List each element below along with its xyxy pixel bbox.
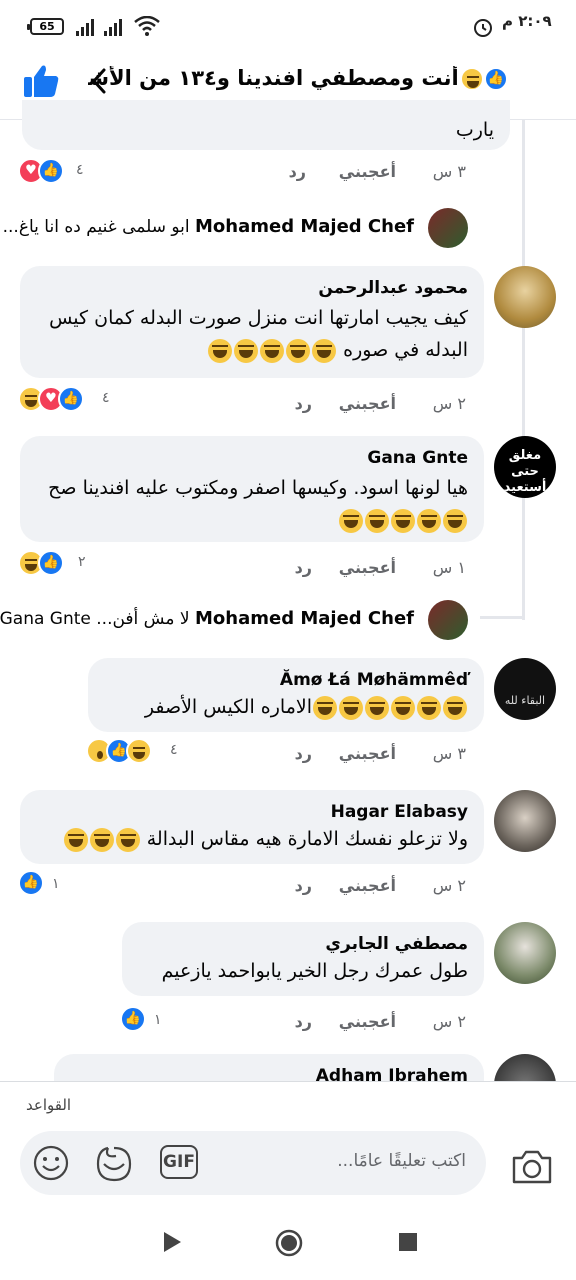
comment-text: يارب xyxy=(455,119,494,141)
rules-link[interactable]: القواعد xyxy=(26,1096,71,1114)
haha-reaction-icon xyxy=(126,738,152,764)
home-icon[interactable] xyxy=(274,1228,304,1258)
emoji-icon[interactable] xyxy=(32,1144,70,1182)
reaction-summary[interactable]: ♥ 👍 xyxy=(18,386,84,416)
thread-line xyxy=(522,120,525,620)
square-icon[interactable] xyxy=(398,1232,418,1252)
haha-reaction-icon xyxy=(460,67,484,91)
reaction-count: ٢ xyxy=(78,554,86,570)
laugh-emoji-icon xyxy=(63,827,141,852)
reaction-summary[interactable]: 👍 xyxy=(18,870,44,900)
reply-button[interactable]: رد xyxy=(289,162,306,181)
gif-icon[interactable]: GIF xyxy=(160,1145,198,1179)
reply-button[interactable]: رد xyxy=(295,876,312,895)
comment-text: كيف يجيب امارتها انت منزل صورت البدله كم… xyxy=(49,307,468,363)
screen: 65 ٢:٠٩ م 👍 أنت ومصطفي افندينا و١٣٤ من ا… xyxy=(0,0,576,1280)
comment-time: ٣ س xyxy=(432,162,466,181)
comment-time: ١ س xyxy=(432,558,466,577)
avatar[interactable] xyxy=(428,208,468,248)
comment-bubble[interactable]: Ămø Łá Møhämmêď الاماره الكيس الأصفر xyxy=(88,658,484,732)
thread-line-branch xyxy=(480,616,525,619)
like-reaction-icon: 👍 xyxy=(38,158,64,184)
comment-text: طول عمرك رجل الخير يابواحمد يازعيم xyxy=(161,960,468,982)
comment-text: ولا تزعلو نفسك الامارة هيه مقاس البدالة xyxy=(36,826,468,852)
system-nav-bar xyxy=(0,1204,576,1280)
reaction-count: ٤ xyxy=(102,390,110,406)
reaction-summary[interactable]: 👍 xyxy=(86,738,152,768)
like-reaction-icon: 👍 xyxy=(18,870,44,896)
reply-preview[interactable]: Mohamed Majed Chef لا مش أفن... Gana Gnt… xyxy=(0,608,414,629)
post-reactions-title[interactable]: 👍 أنت ومصطفي افندينا و١٣٤ من الأشخاص ا..… xyxy=(88,66,508,91)
comment-bubble[interactable]: Gana Gnte هيا لونها اسود. وكيسها اصفر وم… xyxy=(20,436,484,542)
laugh-emoji-icon xyxy=(312,695,468,720)
comment-author[interactable]: Hagar Elabasy xyxy=(36,802,468,822)
like-reaction-icon: 👍 xyxy=(38,550,64,576)
wifi-icon xyxy=(134,16,160,36)
reply-button[interactable]: رد xyxy=(295,1012,312,1031)
reaction-summary[interactable]: 👍 xyxy=(120,1006,146,1036)
title-text: أنت ومصطفي افندينا و١٣٤ من الأشخاص ا... xyxy=(88,66,459,90)
reply-text: ابو سلمى غنيم ده انا ياغ... xyxy=(2,217,190,237)
like-button[interactable]: أعجبني xyxy=(339,744,396,763)
comment-input[interactable]: اكتب تعليقًا عامًا... GIF xyxy=(20,1131,486,1195)
avatar[interactable]: مغلق حتى أستعيد نفسي xyxy=(494,436,556,498)
comment-text: الاماره الكيس الأصفر xyxy=(104,694,468,720)
comment-author[interactable]: مصطفي الجابري xyxy=(138,934,468,954)
comment-time: ٢ س xyxy=(432,876,466,895)
avatar[interactable] xyxy=(428,600,468,640)
avatar[interactable]: البقاء لله xyxy=(494,658,556,720)
laugh-emoji-icon xyxy=(207,338,337,363)
comment-author[interactable]: Gana Gnte xyxy=(36,448,468,468)
like-button[interactable]: أعجبني xyxy=(339,394,396,413)
reply-button[interactable]: رد xyxy=(295,394,312,413)
like-icon[interactable] xyxy=(22,62,60,100)
reaction-summary[interactable]: ♥ 👍 xyxy=(18,158,64,188)
laugh-emoji-icon xyxy=(338,508,468,533)
reaction-count: ٤ xyxy=(76,162,84,178)
avatar[interactable] xyxy=(494,922,556,984)
reply-button[interactable]: رد xyxy=(295,558,312,577)
status-bar: 65 ٢:٠٩ م xyxy=(0,0,576,44)
like-button[interactable]: أعجبني xyxy=(339,558,396,577)
signal-icon-2 xyxy=(104,18,126,36)
like-button[interactable]: أعجبني xyxy=(339,1012,396,1031)
like-button[interactable]: أعجبني xyxy=(339,162,396,181)
comment-composer: القواعد اكتب تعليقًا عامًا... GIF xyxy=(0,1081,576,1204)
play-icon[interactable] xyxy=(160,1230,184,1254)
comment-author[interactable]: Ămø Łá Møhämmêď xyxy=(104,670,468,690)
reply-text: لا مش أفن... Gana Gnte xyxy=(0,609,190,629)
like-reaction-icon: 👍 xyxy=(120,1006,146,1032)
like-button[interactable]: أعجبني xyxy=(339,876,396,895)
comment-bubble[interactable]: محمود عبدالرحمن كيف يجيب امارتها انت منز… xyxy=(20,266,484,378)
signal-icon xyxy=(76,18,98,36)
comment-time: ٢ س xyxy=(432,1012,466,1031)
comment-placeholder: اكتب تعليقًا عامًا... xyxy=(337,1151,466,1171)
like-reaction-icon: 👍 xyxy=(484,67,508,91)
comment-bubble[interactable]: مصطفي الجابري طول عمرك رجل الخير يابواحم… xyxy=(122,922,484,996)
sticker-icon[interactable] xyxy=(94,1144,134,1184)
reply-button[interactable]: رد xyxy=(295,744,312,763)
comment-time: ٣ س xyxy=(432,744,466,763)
comment-author[interactable]: محمود عبدالرحمن xyxy=(36,278,468,298)
avatar[interactable] xyxy=(494,266,556,328)
reply-author: Mohamed Majed Chef xyxy=(194,608,414,629)
comment-time: ٢ س xyxy=(432,394,466,413)
camera-icon[interactable] xyxy=(510,1146,554,1186)
reaction-summary[interactable]: 👍 xyxy=(18,550,64,580)
battery-icon: 65 xyxy=(27,18,64,35)
like-reaction-icon: 👍 xyxy=(58,386,84,412)
reaction-count: ١ xyxy=(154,1012,162,1028)
battery-level: 65 xyxy=(39,20,55,33)
reply-author: Mohamed Majed Chef xyxy=(194,216,414,237)
comment-bubble[interactable]: يارب xyxy=(22,100,510,150)
comment-text: هيا لونها اسود. وكيسها اصفر ومكتوب عليه … xyxy=(36,472,468,536)
alarm-icon xyxy=(474,19,492,37)
reaction-count: ٤ xyxy=(170,742,178,758)
clock: ٢:٠٩ م xyxy=(502,12,552,30)
reaction-count: ١ xyxy=(52,876,60,892)
reply-preview[interactable]: Mohamed Majed Chef ابو سلمى غنيم ده انا … xyxy=(3,216,414,237)
avatar[interactable] xyxy=(494,790,556,852)
comment-bubble[interactable]: Hagar Elabasy ولا تزعلو نفسك الامارة هيه… xyxy=(20,790,484,864)
